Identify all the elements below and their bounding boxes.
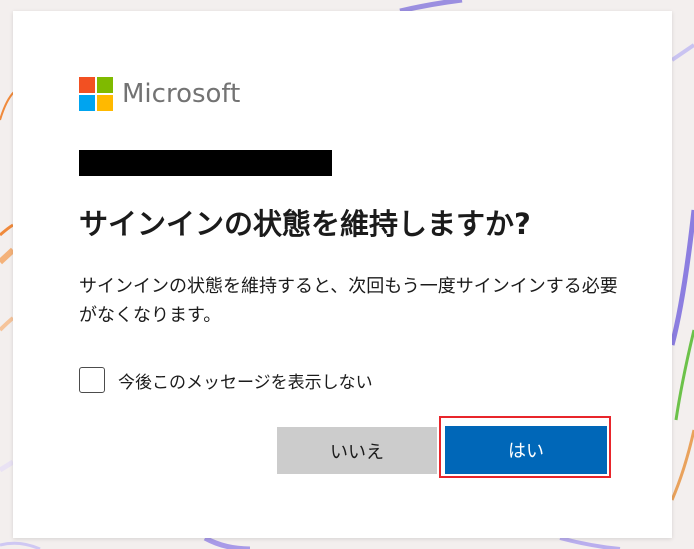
yes-button[interactable]: はい <box>445 426 607 474</box>
sign-in-dialog: Microsoft サインインの状態を維持しますか? サインインの状態を維持する… <box>13 11 672 538</box>
dont-show-again-label[interactable]: 今後このメッセージを表示しない <box>118 368 373 393</box>
logo-green-square <box>97 77 113 93</box>
logo-yellow-square <box>97 95 113 111</box>
account-identifier-redacted <box>79 150 332 176</box>
microsoft-logo-icon <box>79 77 113 111</box>
no-button[interactable]: いいえ <box>277 427 437 474</box>
dialog-title: サインインの状態を維持しますか? <box>79 207 531 241</box>
logo-blue-square <box>79 95 95 111</box>
dont-show-again-checkbox[interactable] <box>79 367 105 393</box>
dont-show-again-row[interactable]: 今後このメッセージを表示しない <box>79 365 373 395</box>
brand-name: Microsoft <box>122 79 241 109</box>
logo-red-square <box>79 77 95 93</box>
brand: Microsoft <box>79 77 240 111</box>
dialog-description: サインインの状態を維持すると、次回もう一度サインインする必要がなくなります。 <box>79 276 618 326</box>
